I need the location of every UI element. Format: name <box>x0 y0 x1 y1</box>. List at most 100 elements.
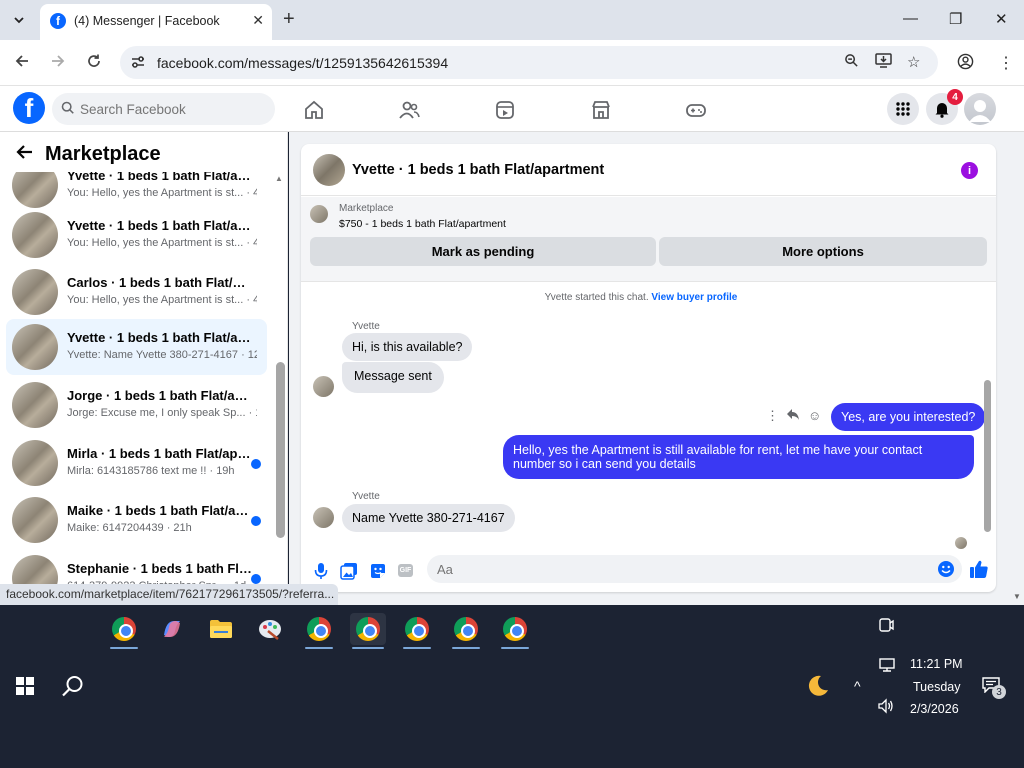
address-bar[interactable]: facebook.com/messages/t/1259135642615394… <box>120 46 938 79</box>
listing-banner: Marketplace $750 - 1 beds 1 bath Flat/ap… <box>301 197 996 282</box>
conversation-name: Yvette · 1 beds 1 bath Flat/apart... <box>67 218 252 233</box>
more-actions-icon[interactable]: ⋮ <box>766 408 779 424</box>
thumbs-up-icon[interactable] <box>969 559 989 579</box>
account-avatar[interactable] <box>964 93 996 125</box>
taskbar-chrome-app[interactable] <box>301 613 337 649</box>
listing-thumbnail <box>12 440 58 486</box>
notification-center-button[interactable]: 3 <box>982 677 1012 699</box>
chat-avatar[interactable] <box>313 154 345 186</box>
conversation-item[interactable]: Jorge · 1 beds 1 bath Flat/apart... Jorg… <box>6 377 267 433</box>
react-emoji-icon[interactable]: ☺ <box>808 408 821 423</box>
volume-icon[interactable] <box>877 698 895 714</box>
listing-thumbnail <box>12 382 58 428</box>
site-settings-icon[interactable] <box>130 54 146 70</box>
conversation-name: Maike · 1 beds 1 bath Flat/apa... <box>67 503 252 518</box>
unread-dot <box>251 516 261 526</box>
listing-thumbnail <box>12 324 58 370</box>
windows-start-icon[interactable] <box>16 677 34 695</box>
back-button[interactable] <box>14 53 30 74</box>
bookmark-star-icon[interactable]: ☆ <box>907 53 920 71</box>
reply-icon[interactable] <box>786 408 800 424</box>
message-input[interactable] <box>437 555 927 583</box>
forward-button[interactable] <box>50 53 66 74</box>
sticker-icon[interactable] <box>369 562 387 580</box>
clock-date[interactable]: 2/3/2026 <box>910 702 959 716</box>
main-area: Yvette · 1 beds 1 bath Flat/apartment i … <box>289 132 1024 605</box>
taskbar-chrome-app[interactable] <box>448 613 484 649</box>
search-input[interactable] <box>80 93 270 125</box>
photo-icon[interactable] <box>340 562 358 580</box>
close-window-button[interactable]: ✕ <box>995 10 1008 28</box>
taskbar-chrome-app-active[interactable] <box>350 613 386 649</box>
taskbar-file-explorer-app[interactable] <box>203 613 239 645</box>
browser-tab-messenger[interactable]: f (4) Messenger | Facebook ✕ <box>40 4 272 40</box>
message-input-box[interactable] <box>427 555 962 583</box>
conversation-item[interactable]: Carlos · 1 beds 1 bath Flat/apart... You… <box>6 264 267 320</box>
zoom-icon[interactable] <box>844 53 859 72</box>
restore-button[interactable]: ❐ <box>949 10 962 28</box>
sidebar-title: Marketplace <box>45 143 161 165</box>
show-hidden-icons-chevron-icon[interactable]: ^ <box>854 678 861 694</box>
browser-menu-icon[interactable]: ⋮ <box>998 53 1014 73</box>
tab-close-icon[interactable]: ✕ <box>252 12 264 29</box>
menu-grid-button[interactable] <box>887 93 919 125</box>
clock-day[interactable]: Tuesday <box>913 680 960 694</box>
taskbar-paint-app[interactable] <box>252 613 288 645</box>
info-icon[interactable]: i <box>961 162 978 179</box>
incoming-message[interactable]: Message sent <box>342 362 444 393</box>
outgoing-message[interactable]: Hello, yes the Apartment is still availa… <box>503 435 974 479</box>
conversation-preview: You: Hello, yes the Apartment is st... ·… <box>67 187 257 199</box>
search-icon <box>61 101 74 114</box>
chrome-icon <box>112 617 136 641</box>
tab-search-button[interactable] <box>6 8 32 32</box>
home-icon[interactable] <box>303 99 325 121</box>
chrome-icon <box>503 617 527 641</box>
profile-icon[interactable] <box>957 53 974 75</box>
search-icon[interactable] <box>61 674 85 698</box>
view-buyer-profile-link[interactable]: View buyer profile <box>651 292 737 303</box>
facebook-logo-icon[interactable]: f <box>13 92 45 124</box>
chat-scrollbar[interactable] <box>984 380 991 532</box>
microphone-icon[interactable] <box>312 562 330 580</box>
meet-now-icon[interactable] <box>878 617 894 635</box>
conversation-item[interactable]: Mirla · 1 beds 1 bath Flat/apar... Mirla… <box>6 435 267 491</box>
taskbar-chrome-app[interactable] <box>399 613 435 649</box>
conversation-item-selected[interactable]: Yvette · 1 beds 1 bath Flat/apart... Yve… <box>6 319 267 375</box>
reload-button[interactable] <box>86 53 102 74</box>
install-app-icon[interactable] <box>875 53 892 72</box>
reload-icon <box>88 54 100 67</box>
more-options-button[interactable]: More options <box>659 237 987 266</box>
mark-as-pending-button[interactable]: Mark as pending <box>310 237 656 266</box>
taskbar-copilot-app[interactable] <box>154 613 190 645</box>
conversation-item[interactable]: Yvette · 1 beds 1 bath Flat/apart... You… <box>6 207 267 263</box>
arrow-left-icon <box>15 55 28 67</box>
message-composer: GIF <box>301 552 996 592</box>
windows-taskbar: ^ 11:21 PM Tuesday 2/3/2026 3 <box>0 605 1024 768</box>
copilot-icon <box>164 621 180 637</box>
incoming-message[interactable]: Hi, is this available? <box>342 333 473 361</box>
video-icon[interactable] <box>494 99 516 121</box>
taskbar-chrome-app[interactable] <box>106 613 142 649</box>
conversation-item[interactable]: Maike · 1 beds 1 bath Flat/apa... Maike:… <box>6 492 267 548</box>
search-box[interactable] <box>52 93 275 125</box>
minimize-button[interactable]: — <box>903 10 918 27</box>
emoji-icon[interactable] <box>937 560 955 578</box>
marketplace-icon[interactable] <box>590 99 612 121</box>
friends-icon[interactable] <box>398 99 420 121</box>
incoming-message[interactable]: Name Yvette 380-271-4167 <box>342 504 515 532</box>
gaming-icon[interactable] <box>685 99 707 121</box>
network-icon[interactable] <box>878 657 896 673</box>
weather-moon-icon[interactable] <box>806 674 830 698</box>
outgoing-message[interactable]: Yes, are you interested? <box>831 403 986 431</box>
clock-time[interactable]: 11:21 PM <box>910 657 963 671</box>
chevron-down-icon <box>14 17 24 24</box>
scroll-up-arrow-icon[interactable]: ▲ <box>275 174 283 183</box>
back-arrow-icon[interactable] <box>15 144 33 165</box>
gif-icon[interactable]: GIF <box>398 564 413 577</box>
sidebar-scrollbar[interactable] <box>276 362 285 538</box>
conversation-preview: Maike: 6147204439 · 21h <box>67 522 192 534</box>
listing-summary[interactable]: $750 - 1 beds 1 bath Flat/apartment <box>339 218 506 230</box>
taskbar-chrome-app[interactable] <box>497 613 533 649</box>
new-tab-button[interactable]: + <box>283 9 295 29</box>
page-scroll-down-arrow-icon[interactable]: ▼ <box>1013 592 1021 601</box>
